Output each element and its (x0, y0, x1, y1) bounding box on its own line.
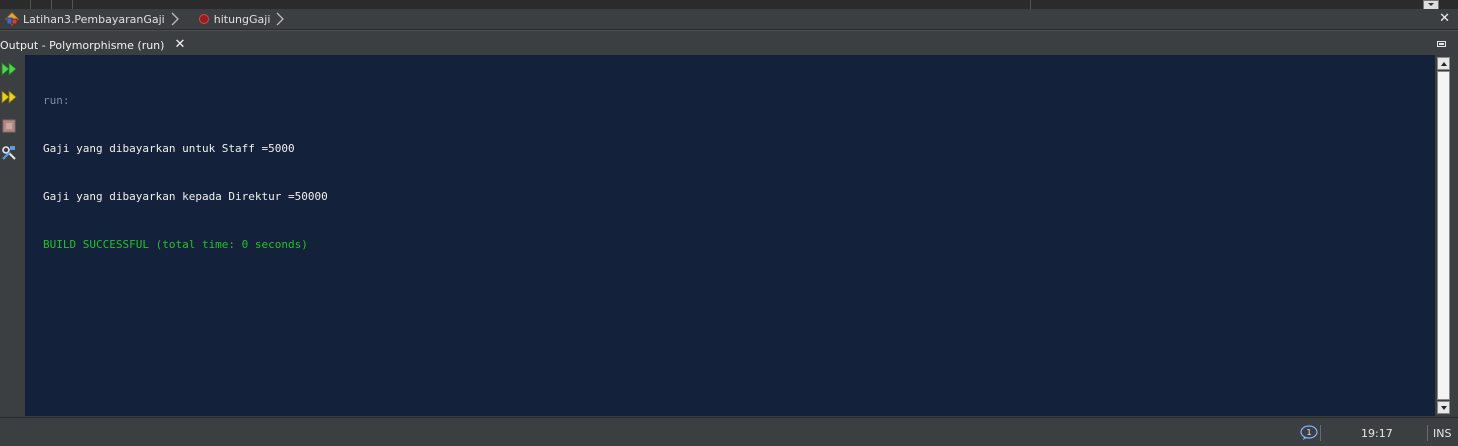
scroll-down-button[interactable] (1437, 401, 1450, 414)
close-icon[interactable]: ✕ (174, 38, 185, 51)
console-text: run: Gaji yang dibayarkan untuk Staff =5… (43, 61, 328, 285)
console-scrollbar[interactable] (1436, 55, 1452, 416)
gutter-divider (51, 0, 52, 9)
settings-tools-icon[interactable] (0, 144, 18, 162)
caret-position: 19:17 (1361, 427, 1393, 440)
breadcrumb: Latihan3.PembayaranGaji hitungGaji ✕ (0, 9, 1458, 30)
scroll-up-button[interactable] (1437, 57, 1450, 70)
status-divider (1320, 425, 1321, 441)
insert-mode-indicator: INS (1433, 427, 1452, 440)
breadcrumb-item-method[interactable]: hitungGaji (198, 9, 271, 29)
output-toolbar (0, 55, 24, 416)
status-bar: 1 19:17 INS (0, 417, 1458, 446)
method-icon (198, 14, 209, 24)
rerun-icon[interactable] (0, 60, 18, 78)
breadcrumb-method-label: hitungGaji (213, 12, 271, 26)
build-status-line: BUILD SUCCESSFUL (total time: 0 seconds) (43, 238, 308, 251)
gutter-divider (72, 0, 73, 9)
gutter-divider (30, 0, 31, 9)
scroll-thumb[interactable] (1437, 71, 1450, 400)
margin-line (1030, 0, 1031, 9)
close-icon[interactable]: ✕ (1439, 11, 1450, 26)
notification-count: 1 (1306, 428, 1311, 437)
notifications-icon[interactable]: 1 (1300, 425, 1320, 441)
breadcrumb-item-class[interactable]: Latihan3.PembayaranGaji (0, 9, 165, 29)
console-line: Gaji yang dibayarkan kepada Direktur =50… (43, 190, 328, 203)
chevron-right-icon[interactable] (169, 9, 181, 29)
stop-icon[interactable] (0, 117, 18, 135)
console-line: Gaji yang dibayarkan untuk Staff =5000 (43, 142, 295, 155)
chevron-right-icon[interactable] (274, 9, 286, 29)
tab-output-label: Output - Polymorphisme (run) (0, 38, 165, 52)
class-icon (4, 11, 20, 27)
breadcrumb-class-label: Latihan3.PembayaranGaji (23, 12, 165, 26)
output-tab-bar: Output - Polymorphisme (run) ✕ (0, 30, 1458, 55)
rerun-with-options-icon[interactable] (0, 88, 18, 106)
status-divider (1427, 425, 1428, 441)
minimize-panel-button[interactable] (1437, 41, 1446, 47)
console-line: run: (43, 94, 70, 107)
output-console[interactable]: run: Gaji yang dibayarkan untuk Staff =5… (25, 55, 1435, 416)
tab-output[interactable]: Output - Polymorphisme (run) ✕ (0, 35, 192, 55)
